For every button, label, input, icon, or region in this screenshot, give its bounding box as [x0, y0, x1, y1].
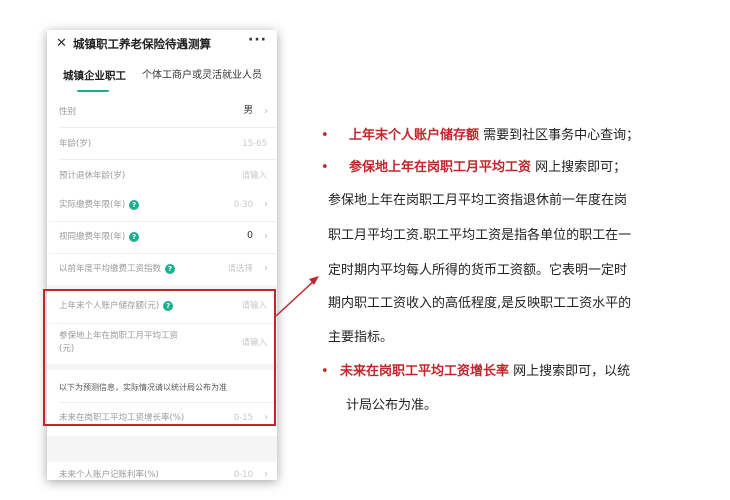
- retire-age-row[interactable]: 预计退休年龄(岁) 请输入: [47, 160, 277, 190]
- paragraph-line: 主要指标。: [328, 330, 394, 345]
- tab-bar: 城镇企业职工 个体工商户或灵活就业人员: [47, 64, 277, 96]
- annotation-1: 上年末个人账户储存额 需要到社区事务中心查询；: [349, 127, 639, 145]
- wage-index-select[interactable]: 请选择: [227, 263, 253, 275]
- age-input[interactable]: 15-65: [242, 138, 267, 150]
- age-row[interactable]: 年龄(岁) 15-65: [47, 128, 277, 159]
- close-icon[interactable]: ✕: [56, 36, 67, 52]
- chevron-right-icon: ›: [264, 469, 268, 480]
- help-icon[interactable]: ?: [165, 263, 176, 274]
- tab-self-employed[interactable]: 个体工商户或灵活就业人员: [142, 68, 262, 84]
- basic-info-group: 性别 男 › 年龄(岁) 15-65 预计退休年龄(岁) 请输入: [47, 96, 277, 190]
- gender-row[interactable]: 性别 男 ›: [47, 96, 277, 127]
- actual-years-label: 实际缴费年限(年): [59, 200, 126, 210]
- bullet-dot: •: [321, 364, 329, 379]
- paragraph-line: 期内职工工资收入的高低程度,是反映职工工资水平的: [328, 296, 632, 311]
- app-title: 城镇职工养老保险待遇测算: [73, 37, 211, 51]
- annotation-3-line2: 计局公布为准。: [346, 398, 438, 413]
- age-label: 年龄(岁): [59, 139, 92, 149]
- annotation-2-text: 网上搜索即可；: [531, 160, 627, 175]
- active-tab-indicator: [77, 90, 109, 92]
- deemed-years-value: 0: [246, 230, 253, 241]
- help-icon[interactable]: ?: [129, 199, 140, 210]
- chevron-right-icon: ›: [264, 106, 268, 117]
- gender-label: 性别: [59, 107, 77, 117]
- interest-rate-row[interactable]: 未来个人账户记账利率(%) 0-10 ›: [47, 462, 277, 480]
- more-icon[interactable]: ···: [248, 32, 267, 48]
- annotation-3: 未来在岗职工平均工资增长率 网上搜索即可，以统: [340, 363, 630, 381]
- app-header: ✕ 城镇职工养老保险待遇测算 ···: [47, 30, 277, 58]
- bullet-dot: •: [321, 160, 329, 175]
- actual-years-value: 0-30: [233, 200, 253, 210]
- interest-rate-value: 0-10: [233, 470, 253, 480]
- chevron-right-icon: ›: [264, 231, 268, 242]
- actual-contribution-years-row[interactable]: 实际缴费年限(年)? 0-30 ›: [47, 190, 277, 221]
- deemed-contribution-years-row[interactable]: 视同缴费年限(年)? 0 ›: [47, 222, 277, 253]
- paragraph-line: 参保地上年在岗职工月平均工资指退休前一年度在岗: [328, 193, 628, 208]
- interest-rate-label: 未来个人账户记账利率(%): [59, 470, 159, 480]
- help-icon[interactable]: ?: [129, 231, 140, 242]
- annotation-1-text: 需要到社区事务中心查询；: [479, 128, 640, 143]
- annotation-3-highlight: 未来在岗职工平均工资增长率: [340, 364, 510, 379]
- chevron-right-icon: ›: [264, 199, 268, 210]
- highlight-box: [43, 289, 276, 426]
- annotation-2-highlight: 参保地上年在岗职工月平均工资: [349, 160, 532, 175]
- retire-age-label: 预计退休年龄(岁): [59, 171, 126, 181]
- tab-enterprise-employee[interactable]: 城镇企业职工: [63, 68, 126, 84]
- wage-index-label: 以前年度平均缴费工资指数: [59, 264, 162, 274]
- paragraph-line: 职工月平均工资.职工平均工资是指各单位的职工在一: [328, 228, 632, 243]
- deemed-years-label: 视同缴费年限(年): [59, 232, 126, 242]
- annotation-3-text: 网上搜索即可，以统: [509, 364, 631, 379]
- annotation-2: 参保地上年在岗职工月平均工资 网上搜索即可；: [349, 159, 626, 177]
- wage-index-row[interactable]: 以前年度平均缴费工资指数? 请选择 ›: [47, 254, 277, 285]
- annotation-1-highlight: 上年末个人账户储存额: [349, 128, 480, 143]
- chevron-right-icon: ›: [264, 263, 268, 274]
- bullet-dot: •: [321, 128, 329, 143]
- paragraph-line: 定时期内平均每人所得的货币工资额。它表明一定时: [328, 263, 628, 278]
- retire-age-input[interactable]: 请输入: [241, 170, 267, 182]
- gender-value: 男: [243, 105, 253, 116]
